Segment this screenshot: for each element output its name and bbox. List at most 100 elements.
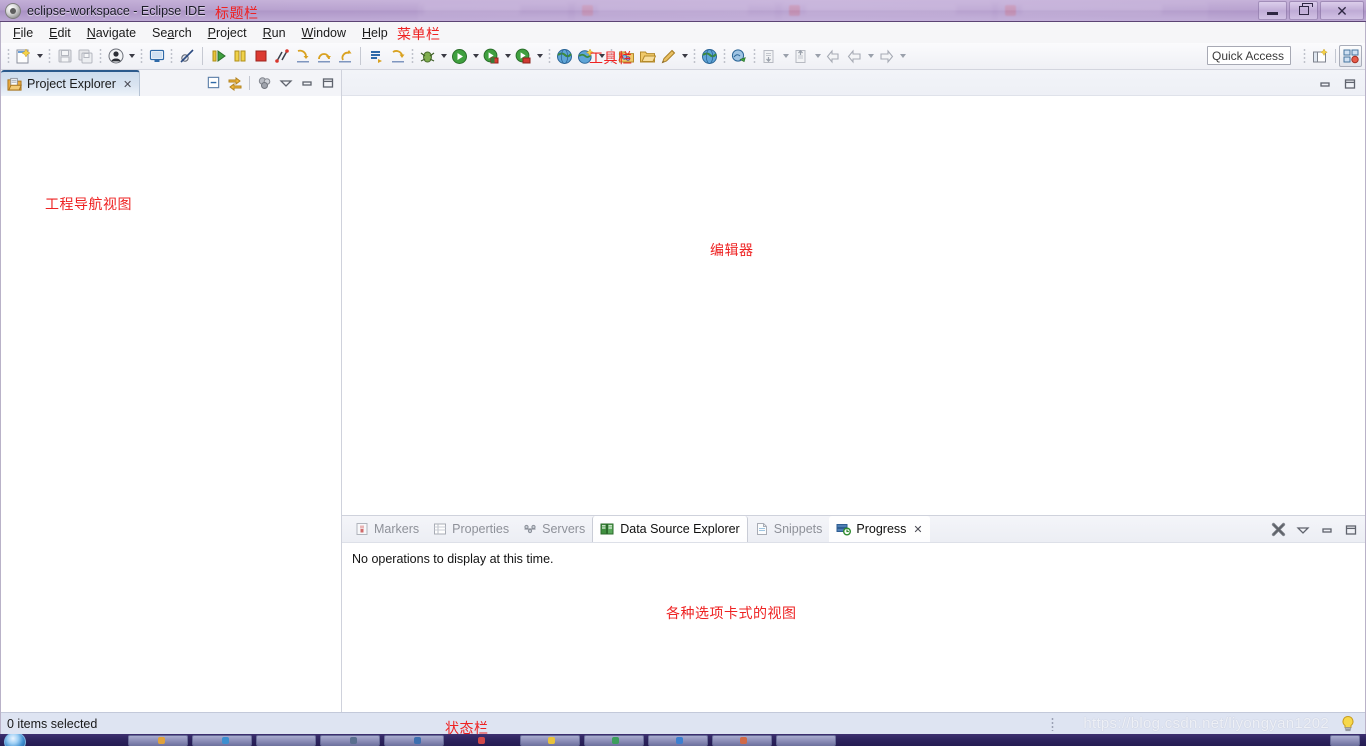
new-annotation-dropdown[interactable] <box>679 46 690 67</box>
web-browser-new-icon[interactable] <box>575 46 596 67</box>
window-controls[interactable]: ✕ <box>1256 1 1364 20</box>
bottom-view-toolbar[interactable] <box>1269 520 1360 539</box>
step-return-icon[interactable] <box>334 46 355 67</box>
toolbar-grip[interactable] <box>723 47 726 65</box>
globe-icon[interactable] <box>699 46 720 67</box>
search-globe-icon[interactable] <box>729 46 750 67</box>
web-browser-icon[interactable] <box>554 46 575 67</box>
toolbar-grip[interactable] <box>7 47 10 65</box>
menu-item-edit[interactable]: Edit <box>41 25 79 41</box>
console-icon[interactable] <box>146 46 167 67</box>
toolbar-grip[interactable] <box>170 47 173 65</box>
close-icon[interactable]: ✕ <box>911 524 922 535</box>
run-coverage-icon[interactable] <box>513 46 534 67</box>
close-button[interactable]: ✕ <box>1320 1 1364 20</box>
lightbulb-icon[interactable] <box>1339 715 1357 733</box>
bottom-view-tab-row[interactable]: Markers Properties Servers Data Source E… <box>342 516 1365 543</box>
web-browser-dropdown[interactable] <box>596 46 607 67</box>
run-icon[interactable] <box>449 46 470 67</box>
open-type-icon[interactable] <box>616 46 637 67</box>
project-explorer-tab-row[interactable]: Project Explorer ✕ <box>1 70 341 96</box>
next-annotation-dropdown[interactable] <box>780 46 791 67</box>
toolbar-grip[interactable] <box>99 47 102 65</box>
resume-icon[interactable] <box>208 46 229 67</box>
minimize-icon[interactable] <box>1317 520 1336 539</box>
menu-item-window[interactable]: Window <box>294 25 354 41</box>
menu-item-run[interactable]: Run <box>255 25 294 41</box>
forward-dropdown[interactable] <box>897 46 908 67</box>
user-account-dropdown[interactable] <box>126 46 137 67</box>
view-menu-icon[interactable] <box>1293 520 1312 539</box>
maximize-icon[interactable] <box>318 73 337 92</box>
disconnect-icon[interactable] <box>271 46 292 67</box>
user-account-icon[interactable] <box>105 46 126 67</box>
minimize-icon[interactable] <box>1315 74 1334 93</box>
step-over-icon[interactable] <box>313 46 334 67</box>
collapse-all-icon[interactable] <box>204 73 223 92</box>
editor-toolbar[interactable] <box>1315 74 1359 93</box>
new-wizard-dropdown[interactable] <box>34 46 45 67</box>
toolbar-grip[interactable] <box>753 47 756 65</box>
step-into-icon[interactable] <box>292 46 313 67</box>
progress-view-body[interactable]: No operations to display at this time. <box>342 543 1365 712</box>
run-server-dropdown[interactable] <box>502 46 513 67</box>
main-toolbar[interactable]: Quick Access <box>1 43 1365 70</box>
quick-access-input[interactable]: Quick Access <box>1207 46 1291 65</box>
minimize-icon[interactable] <box>297 73 316 92</box>
view-menu-icon[interactable] <box>276 73 295 92</box>
remove-all-icon[interactable] <box>1269 520 1288 539</box>
open-folder-icon[interactable] <box>637 46 658 67</box>
menu-item-search[interactable]: Search <box>144 25 200 41</box>
tab-snippets[interactable]: Snippets <box>748 516 830 542</box>
editor-canvas[interactable] <box>342 96 1365 515</box>
taskbar-tray[interactable] <box>1330 735 1360 746</box>
toolbar-grip[interactable] <box>48 47 51 65</box>
terminate-icon[interactable] <box>250 46 271 67</box>
editor-tab-row[interactable] <box>342 70 1365 96</box>
perspective-switcher[interactable] <box>1300 45 1362 67</box>
maximize-icon[interactable] <box>1341 520 1360 539</box>
open-task-icon[interactable] <box>366 46 387 67</box>
run-dropdown[interactable] <box>470 46 481 67</box>
toolbar-grip[interactable] <box>411 47 414 65</box>
toolbar-grip[interactable] <box>548 47 551 65</box>
toolbar-grip[interactable] <box>1303 47 1306 65</box>
start-button[interactable] <box>4 734 26 746</box>
tab-servers[interactable]: Servers <box>516 516 592 542</box>
project-explorer-toolbar[interactable] <box>204 73 337 92</box>
toolbar-grip[interactable] <box>140 47 143 65</box>
menu-bar[interactable]: File Edit Navigate Search Project Run Wi… <box>1 22 1365 43</box>
menu-item-navigate[interactable]: Navigate <box>79 25 144 41</box>
minimize-button[interactable] <box>1258 1 1287 20</box>
tab-markers[interactable]: Markers <box>348 516 426 542</box>
tab-project-explorer[interactable]: Project Explorer ✕ <box>1 70 141 96</box>
tab-progress[interactable]: Progress ✕ <box>829 516 930 542</box>
suspend-icon[interactable] <box>229 46 250 67</box>
windows-taskbar[interactable] <box>0 734 1366 746</box>
debug-dropdown[interactable] <box>438 46 449 67</box>
tab-data-source-explorer[interactable]: Data Source Explorer <box>592 516 748 542</box>
debug-icon[interactable] <box>417 46 438 67</box>
taskbar-item[interactable] <box>256 735 316 746</box>
link-with-editor-icon[interactable] <box>225 73 244 92</box>
new-annotation-icon[interactable] <box>658 46 679 67</box>
toolbar-grip[interactable] <box>693 47 696 65</box>
back-history-dropdown[interactable] <box>865 46 876 67</box>
close-icon[interactable]: ✕ <box>121 79 132 90</box>
window-title-bar[interactable]: eclipse-workspace - Eclipse IDE ✕ <box>0 0 1366 22</box>
restore-button[interactable] <box>1289 1 1318 20</box>
menu-item-project[interactable]: Project <box>200 25 255 41</box>
new-task-icon[interactable] <box>387 46 408 67</box>
project-explorer-tree[interactable] <box>1 96 341 712</box>
taskbar-item[interactable] <box>776 735 836 746</box>
run-coverage-dropdown[interactable] <box>534 46 545 67</box>
menu-item-help[interactable]: Help <box>354 25 396 41</box>
menu-item-file[interactable]: File <box>5 25 41 41</box>
previous-annotation-dropdown[interactable] <box>812 46 823 67</box>
new-wizard-icon[interactable] <box>13 46 34 67</box>
skip-breakpoints-icon[interactable] <box>176 46 197 67</box>
java-ee-perspective-icon[interactable] <box>1339 45 1362 67</box>
maximize-icon[interactable] <box>1340 74 1359 93</box>
run-server-icon[interactable] <box>481 46 502 67</box>
tab-properties[interactable]: Properties <box>426 516 516 542</box>
